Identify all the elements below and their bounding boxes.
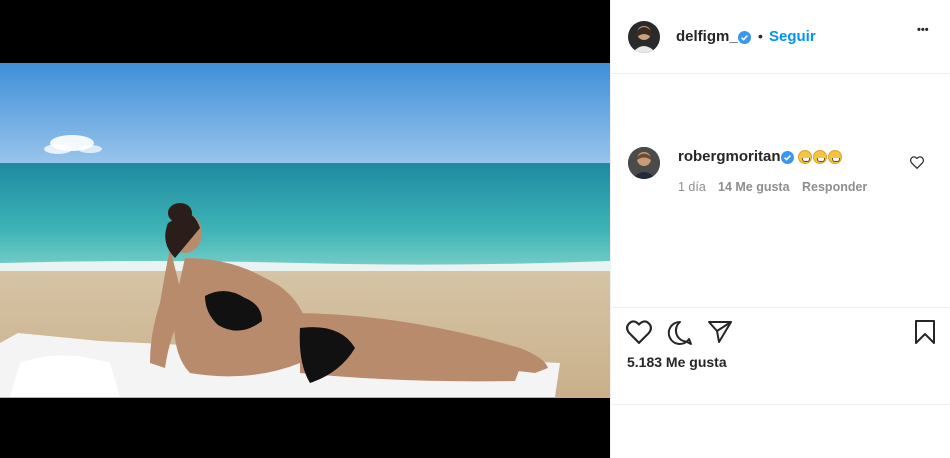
comment-time[interactable]: 1 día	[678, 180, 706, 194]
grinning-face-emoji	[828, 150, 842, 164]
bookmark-icon[interactable]	[913, 319, 937, 350]
reply-label[interactable]: Responder	[802, 180, 867, 194]
heart-outline-icon[interactable]	[910, 156, 924, 174]
heart-icon[interactable]	[626, 320, 652, 349]
comment-likes-count[interactable]: 14 Me gusta	[718, 180, 790, 194]
grinning-face-emoji	[798, 150, 812, 164]
comment-emojis	[798, 149, 843, 166]
verified-badge-icon	[738, 31, 751, 44]
comment-icon[interactable]	[667, 320, 693, 351]
bottom-divider	[611, 404, 950, 405]
reply-button[interactable]: Responder	[802, 180, 867, 194]
share-icon[interactable]	[707, 320, 733, 349]
post-panel: delfigm_ • Seguir ••• robergmoritan 1 dí…	[610, 0, 950, 458]
separator-dot: •	[758, 28, 763, 44]
more-options-icon[interactable]: •••	[917, 24, 929, 36]
post-photo	[0, 63, 610, 398]
actions-divider	[611, 307, 950, 308]
author-username[interactable]: delfigm_	[676, 28, 738, 45]
commenter-avatar[interactable]	[628, 147, 660, 179]
grinning-face-emoji	[813, 150, 827, 164]
comment-likes[interactable]: 14 Me gusta	[718, 180, 790, 194]
author-avatar[interactable]	[628, 21, 660, 53]
likes-count[interactable]: 5.183 Me gusta	[627, 354, 727, 370]
post-media[interactable]	[0, 0, 610, 458]
post-header: delfigm_ • Seguir •••	[611, 0, 950, 74]
commenter-username[interactable]: robergmoritan	[678, 148, 781, 165]
follow-button[interactable]: Seguir	[769, 28, 816, 45]
verified-badge-icon	[781, 151, 794, 164]
